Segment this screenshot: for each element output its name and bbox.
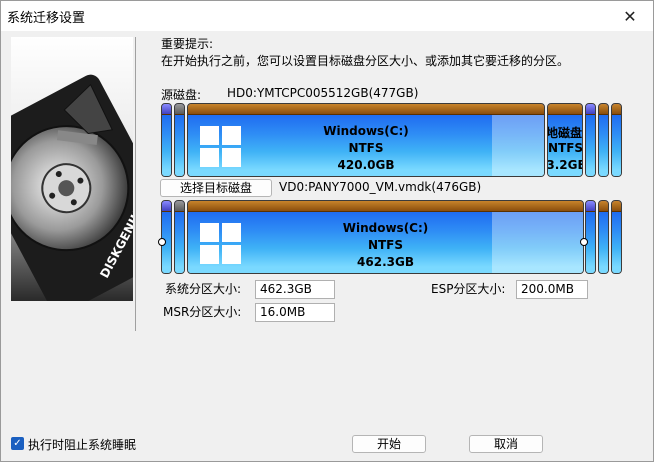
- target-small-partition-3[interactable]: [611, 200, 622, 274]
- prevent-sleep-label: 执行时阻止系统睡眠: [28, 438, 137, 452]
- source-partition-size: 420.0GB: [337, 158, 395, 172]
- target-msr-partition[interactable]: [174, 200, 185, 274]
- source-small-partition-2[interactable]: [598, 103, 609, 177]
- close-icon: ✕: [623, 6, 637, 26]
- hard-disk-illustration: DISKGENIUS: [11, 37, 133, 301]
- start-button[interactable]: 开始: [352, 435, 426, 453]
- target-partition-fs: NTFS: [367, 238, 404, 252]
- source-data-partition-name: 本地磁盘(: [547, 126, 583, 140]
- target-esp-partition[interactable]: [161, 200, 172, 274]
- checkmark-icon: ✓: [13, 438, 22, 449]
- source-partition-fs: NTFS: [348, 141, 384, 155]
- source-msr-partition[interactable]: [174, 103, 185, 177]
- diskgenius-side-image: DISKGENIUS: [11, 37, 133, 301]
- resize-handle-right[interactable]: [580, 238, 588, 246]
- select-target-disk-button[interactable]: 选择目标磁盘: [160, 179, 272, 197]
- msr-size-input[interactable]: 16.0MB: [255, 303, 335, 322]
- source-data-partition[interactable]: 本地磁盘( NTFS 43.2GB: [547, 103, 583, 177]
- hint-title: 重要提示:: [161, 37, 214, 51]
- target-small-partition-2[interactable]: [598, 200, 609, 274]
- esp-size-input[interactable]: 200.0MB: [516, 280, 588, 299]
- esp-size-label: ESP分区大小:: [431, 282, 506, 296]
- prevent-sleep-checkbox[interactable]: ✓: [11, 437, 24, 450]
- source-data-partition-size: 43.2GB: [547, 158, 582, 172]
- system-size-input[interactable]: 462.3GB: [255, 280, 335, 299]
- target-disk-map: Windows(C:) NTFS 462.3GB: [158, 200, 623, 274]
- source-partition-name: Windows(C:): [323, 124, 409, 138]
- resize-handle-left[interactable]: [158, 238, 166, 246]
- target-disk-name: VD0:PANY7000_VM.vmdk(476GB): [279, 180, 482, 194]
- close-button[interactable]: ✕: [607, 1, 653, 31]
- source-small-partition-3[interactable]: [611, 103, 622, 177]
- target-system-partition[interactable]: Windows(C:) NTFS 462.3GB: [187, 200, 584, 274]
- cancel-button[interactable]: 取消: [469, 435, 543, 453]
- source-small-partition-1[interactable]: [585, 103, 596, 177]
- title-bar: 系统迁移设置 ✕: [1, 1, 653, 31]
- source-disk-name: HD0:YMTCPC005512GB(477GB): [227, 86, 419, 100]
- source-data-partition-fs: NTFS: [548, 141, 583, 155]
- target-small-partition-1[interactable]: [585, 200, 596, 274]
- target-partition-size: 462.3GB: [357, 255, 414, 269]
- window-title: 系统迁移设置: [7, 11, 86, 26]
- hint-text: 在开始执行之前，您可以设置目标磁盘分区大小、或添加其它要迁移的分区。: [161, 54, 570, 68]
- target-partition-name: Windows(C:): [342, 221, 429, 235]
- source-disk-map: Windows(C:) NTFS 420.0GB 本地磁盘( NTFS 43.2…: [161, 103, 623, 177]
- system-size-label: 系统分区大小:: [165, 282, 242, 296]
- source-disk-label: 源磁盘:: [161, 88, 202, 102]
- msr-size-label: MSR分区大小:: [163, 305, 242, 319]
- source-system-partition[interactable]: Windows(C:) NTFS 420.0GB: [187, 103, 545, 177]
- vertical-divider: [135, 37, 136, 331]
- source-esp-partition[interactable]: [161, 103, 172, 177]
- migration-dialog: 系统迁移设置 ✕ DISKGENIUS 重要提示: 在开始执行之前，您可以设置目…: [0, 0, 654, 462]
